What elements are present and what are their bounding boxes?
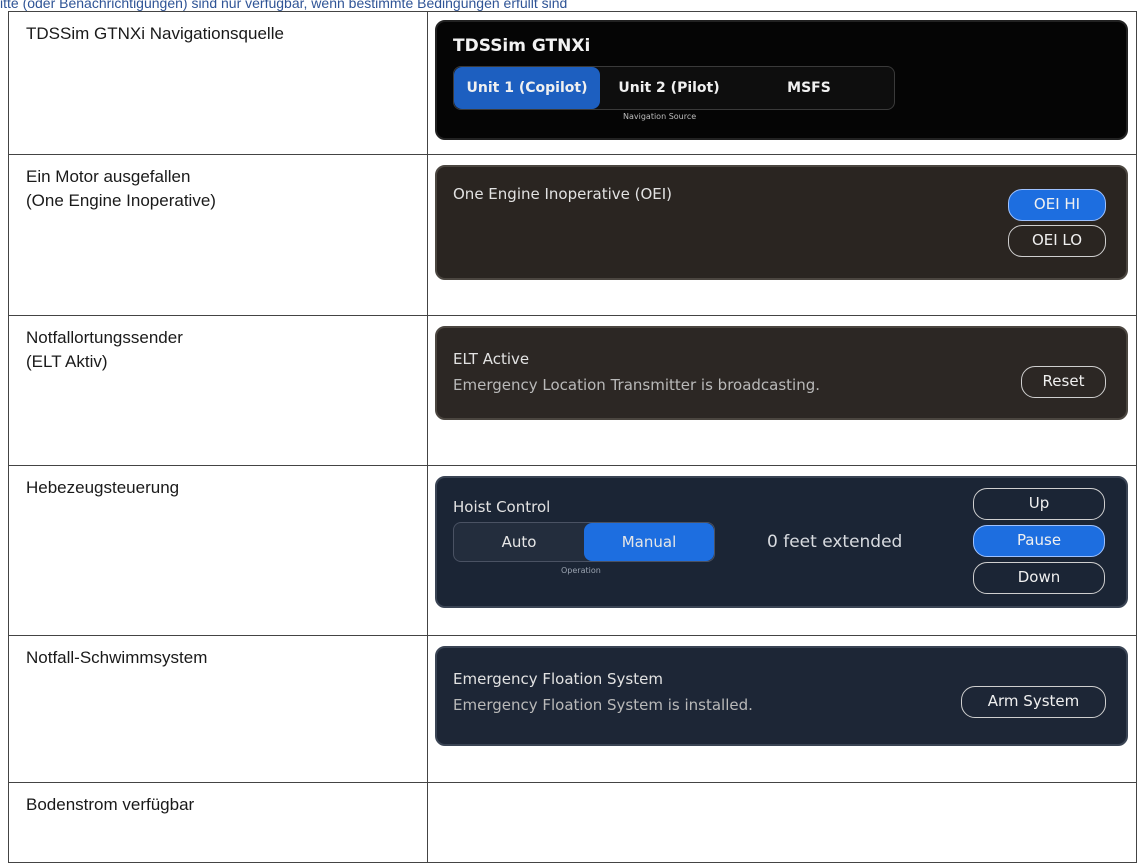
oei-panel: One Engine Inoperative (OEI) OEI HI OEI … xyxy=(435,165,1128,280)
row-label: Notfallortungssender (ELT Aktiv) xyxy=(26,328,183,371)
table-row: Ein Motor ausgefallen (One Engine Inoper… xyxy=(8,154,1137,316)
manual-button[interactable]: Manual xyxy=(584,523,714,561)
hoist-pause-button[interactable]: Pause xyxy=(973,525,1105,557)
nav-source-selector: Unit 1 (Copilot) Unit 2 (Pilot) MSFS xyxy=(453,66,895,110)
floation-panel: Emergency Floation System Emergency Floa… xyxy=(435,646,1128,746)
label-cell: Notfall-Schwimmsystem xyxy=(8,635,428,783)
row-label: Hebezeugsteuerung xyxy=(26,478,180,497)
screenshot-cell: TDSSim GTNXi Unit 1 (Copilot) Unit 2 (Pi… xyxy=(427,11,1137,155)
gtn-nav-source-panel: TDSSim GTNXi Unit 1 (Copilot) Unit 2 (Pi… xyxy=(435,20,1128,140)
screenshot-cell: ELT Active Emergency Location Transmitte… xyxy=(427,315,1137,466)
label-cell: Bodenstrom verfügbar xyxy=(8,782,428,863)
table-row: Notfall-Schwimmsystem Emergency Floation… xyxy=(8,635,1137,783)
table-row: TDSSim GTNXi Navigationsquelle TDSSim GT… xyxy=(8,11,1137,155)
screenshot-cell: Emergency Floation System Emergency Floa… xyxy=(427,635,1137,783)
hoist-up-button[interactable]: Up xyxy=(973,488,1105,520)
msfs-button[interactable]: MSFS xyxy=(744,67,874,109)
hoist-down-button[interactable]: Down xyxy=(973,562,1105,594)
row-label: Ein Motor ausgefallen (One Engine Inoper… xyxy=(26,167,216,210)
screenshot-cell xyxy=(427,782,1137,863)
panel-title: ELT Active xyxy=(453,350,530,368)
table-row: Notfallortungssender (ELT Aktiv) ELT Act… xyxy=(8,315,1137,466)
operation-caption: Operation xyxy=(561,566,601,575)
arm-system-button[interactable]: Arm System xyxy=(961,686,1106,718)
table-row: Hebezeugsteuerung Hoist Control Auto Man… xyxy=(8,465,1137,636)
panel-title: TDSSim GTNXi xyxy=(453,36,591,56)
elt-message: Emergency Location Transmitter is broadc… xyxy=(453,376,821,394)
selector-caption: Navigation Source xyxy=(623,112,697,121)
label-cell: Hebezeugsteuerung xyxy=(8,465,428,636)
row-label: TDSSim GTNXi Navigationsquelle xyxy=(26,24,284,43)
panel-title: One Engine Inoperative (OEI) xyxy=(453,185,673,203)
oei-hi-button[interactable]: OEI HI xyxy=(1008,189,1106,221)
unit2-pilot-button[interactable]: Unit 2 (Pilot) xyxy=(604,67,734,109)
unit1-copilot-button[interactable]: Unit 1 (Copilot) xyxy=(454,67,600,109)
row-label: Bodenstrom verfügbar xyxy=(26,795,195,814)
table-row: Bodenstrom verfügbar xyxy=(8,782,1137,863)
hoist-status: 0 feet extended xyxy=(767,532,903,552)
label-cell: Ein Motor ausgefallen (One Engine Inoper… xyxy=(8,154,428,316)
auto-button[interactable]: Auto xyxy=(454,523,584,561)
floation-message: Emergency Floation System is installed. xyxy=(453,696,753,714)
top-note: itte (oder Benachrichtigungen) sind nur … xyxy=(0,0,568,11)
reset-button[interactable]: Reset xyxy=(1021,366,1106,398)
feature-table: TDSSim GTNXi Navigationsquelle TDSSim GT… xyxy=(8,11,1137,863)
label-cell: TDSSim GTNXi Navigationsquelle xyxy=(8,11,428,155)
screenshot-cell: Hoist Control Auto Manual Operation 0 fe… xyxy=(427,465,1137,636)
row-label: Notfall-Schwimmsystem xyxy=(26,648,208,667)
operation-selector: Auto Manual xyxy=(453,522,715,562)
panel-title: Hoist Control xyxy=(453,498,551,516)
panel-title: Emergency Floation System xyxy=(453,670,663,688)
hoist-panel: Hoist Control Auto Manual Operation 0 fe… xyxy=(435,476,1128,608)
oei-lo-button[interactable]: OEI LO xyxy=(1008,225,1106,257)
label-cell: Notfallortungssender (ELT Aktiv) xyxy=(8,315,428,466)
screenshot-cell: One Engine Inoperative (OEI) OEI HI OEI … xyxy=(427,154,1137,316)
elt-panel: ELT Active Emergency Location Transmitte… xyxy=(435,326,1128,420)
